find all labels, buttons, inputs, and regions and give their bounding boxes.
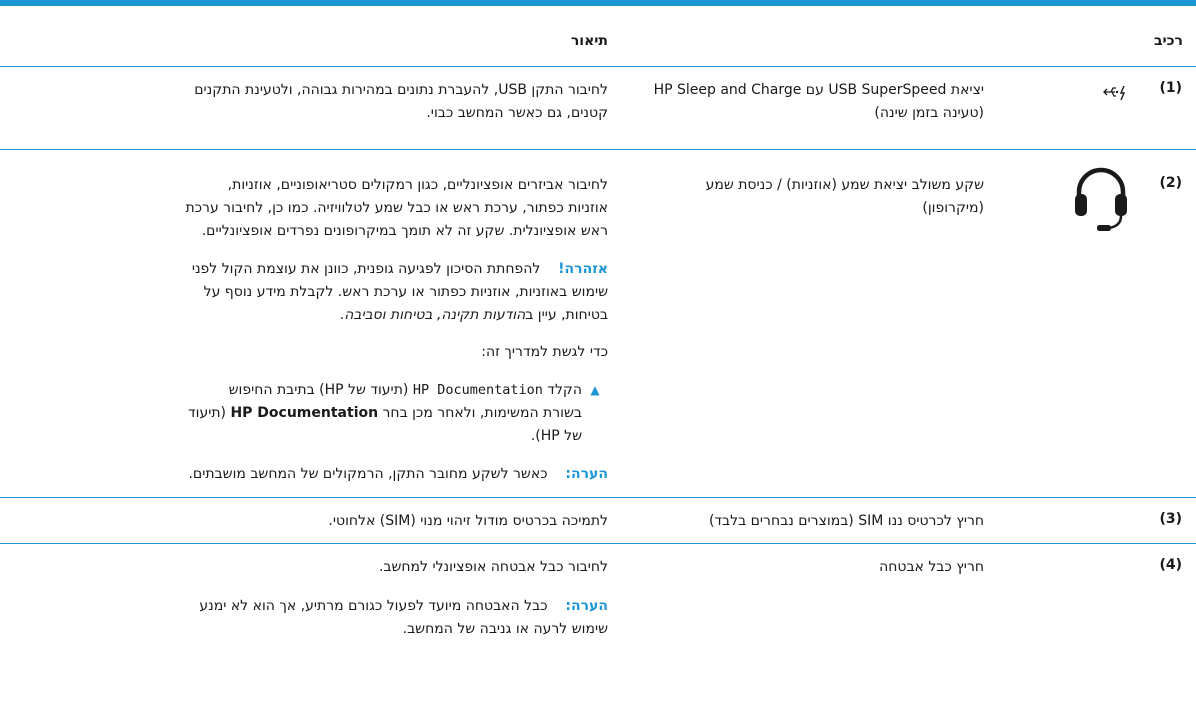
usb-superspeed-charge-icon: ss	[1076, 82, 1129, 104]
step-line: הקלד HP Documentation (תיעוד של HP) בתיב…	[2, 379, 582, 401]
guide-access-text: כדי לגשת למדריך זה:	[481, 344, 608, 360]
row-divider	[0, 497, 1196, 498]
component-name-line: (מיקרופון)	[922, 200, 984, 216]
row-divider	[0, 543, 1196, 544]
warning-line: בטיחות, עיין בהודעות תקינה, בטיחות וסביב…	[8, 304, 608, 326]
component-name-line: חריץ כבל אבטחה	[879, 559, 984, 575]
description-line: ראש אופציונלית. שקע זה לא תומך במיקרופונ…	[201, 223, 608, 239]
warning-line: שימוש באוזניות, אוזניות כפתור או ערכת רא…	[203, 284, 608, 300]
component-name-line: (טעינה בזמן שינה)	[874, 105, 984, 121]
table-top-bar	[0, 0, 1196, 6]
note-label: הערה:	[565, 598, 608, 614]
description-line: לחיבור כבל אבטחה אופציונלי למחשב.	[378, 559, 608, 575]
description-line: לחיבור התקן USB, להעברת נתונים במהירות ג…	[194, 82, 608, 98]
step-text: (תיעוד	[187, 405, 231, 421]
description-line: אוזניות כפתור, ערכת ראש או כבל שמע לטלוו…	[185, 200, 608, 216]
description-line: לתמיכה בכרטיס מודול זיהוי מנוי (SIM) אלח…	[328, 513, 608, 529]
note-line: שימוש לרעה או גניבה של המחשב.	[402, 621, 608, 637]
note-text: כאשר לשקע מחובר התקן, הרמקולים של המחשב …	[188, 466, 548, 482]
note-text: כבל האבטחה מיועד לפעול כגורם מרתיע, אך ה…	[199, 598, 548, 614]
step-marker: ▲	[590, 383, 600, 397]
component-name-line: שקע משולב יציאת שמע (אוזניות) / כניסת שמ…	[705, 177, 984, 193]
note-label: הערה:	[565, 466, 608, 482]
step-text: בשורת המשימות, ולאחר מכן בחר	[378, 405, 582, 421]
row-divider	[0, 149, 1196, 150]
warning-text: להפחתת הסיכון לפגיעה גופנית, כוונן את עו…	[191, 261, 541, 277]
component-name-line: יציאת USB SuperSpeed עם HP Sleep and Cha…	[653, 82, 984, 98]
description-line: לחיבור אביזרים אופציונליים, כגון רמקולים…	[227, 177, 608, 193]
description-line: קטנים, גם כאשר המחשב כבוי.	[426, 105, 608, 121]
step-line: בשורת המשימות, ולאחר מכן בחר HP Document…	[2, 402, 582, 424]
row-number: (3)	[1159, 511, 1182, 527]
step-bold-text: HP Documentation	[230, 405, 379, 421]
note-line: הערה: כאשר לשקע מחובר התקן, הרמקולים של …	[8, 463, 608, 485]
step-line: של HP).	[530, 428, 582, 444]
warning-line: אזהרה! להפחתת הסיכון לפגיעה גופנית, כוונ…	[8, 258, 608, 280]
column-header-description: תיאור	[570, 33, 608, 49]
component-name-line: חריץ לכרטיס ננו SIM (במוצרים נבחרים בלבד…	[708, 513, 984, 529]
step-text: הקלד	[542, 382, 582, 398]
header-divider	[0, 66, 1196, 67]
row-number: (4)	[1159, 557, 1182, 573]
warning-label: אזהרה!	[558, 261, 608, 277]
regulatory-notices-link-text: הודעות תקינה, בטיחות וסביבה	[344, 307, 526, 323]
warning-text: בטיחות, עיין ב	[525, 307, 608, 323]
column-header-component: רכיב	[1153, 33, 1183, 49]
headset-icon	[1073, 164, 1129, 236]
step-text: (תיעוד של HP) בתיבת החיפוש	[228, 382, 413, 398]
row-number: (1)	[1159, 80, 1182, 96]
row-number: (2)	[1159, 175, 1182, 191]
step-code: HP Documentation	[412, 382, 543, 398]
note-line: הערה: כבל האבטחה מיועד לפעול כגורם מרתיע…	[8, 595, 608, 617]
